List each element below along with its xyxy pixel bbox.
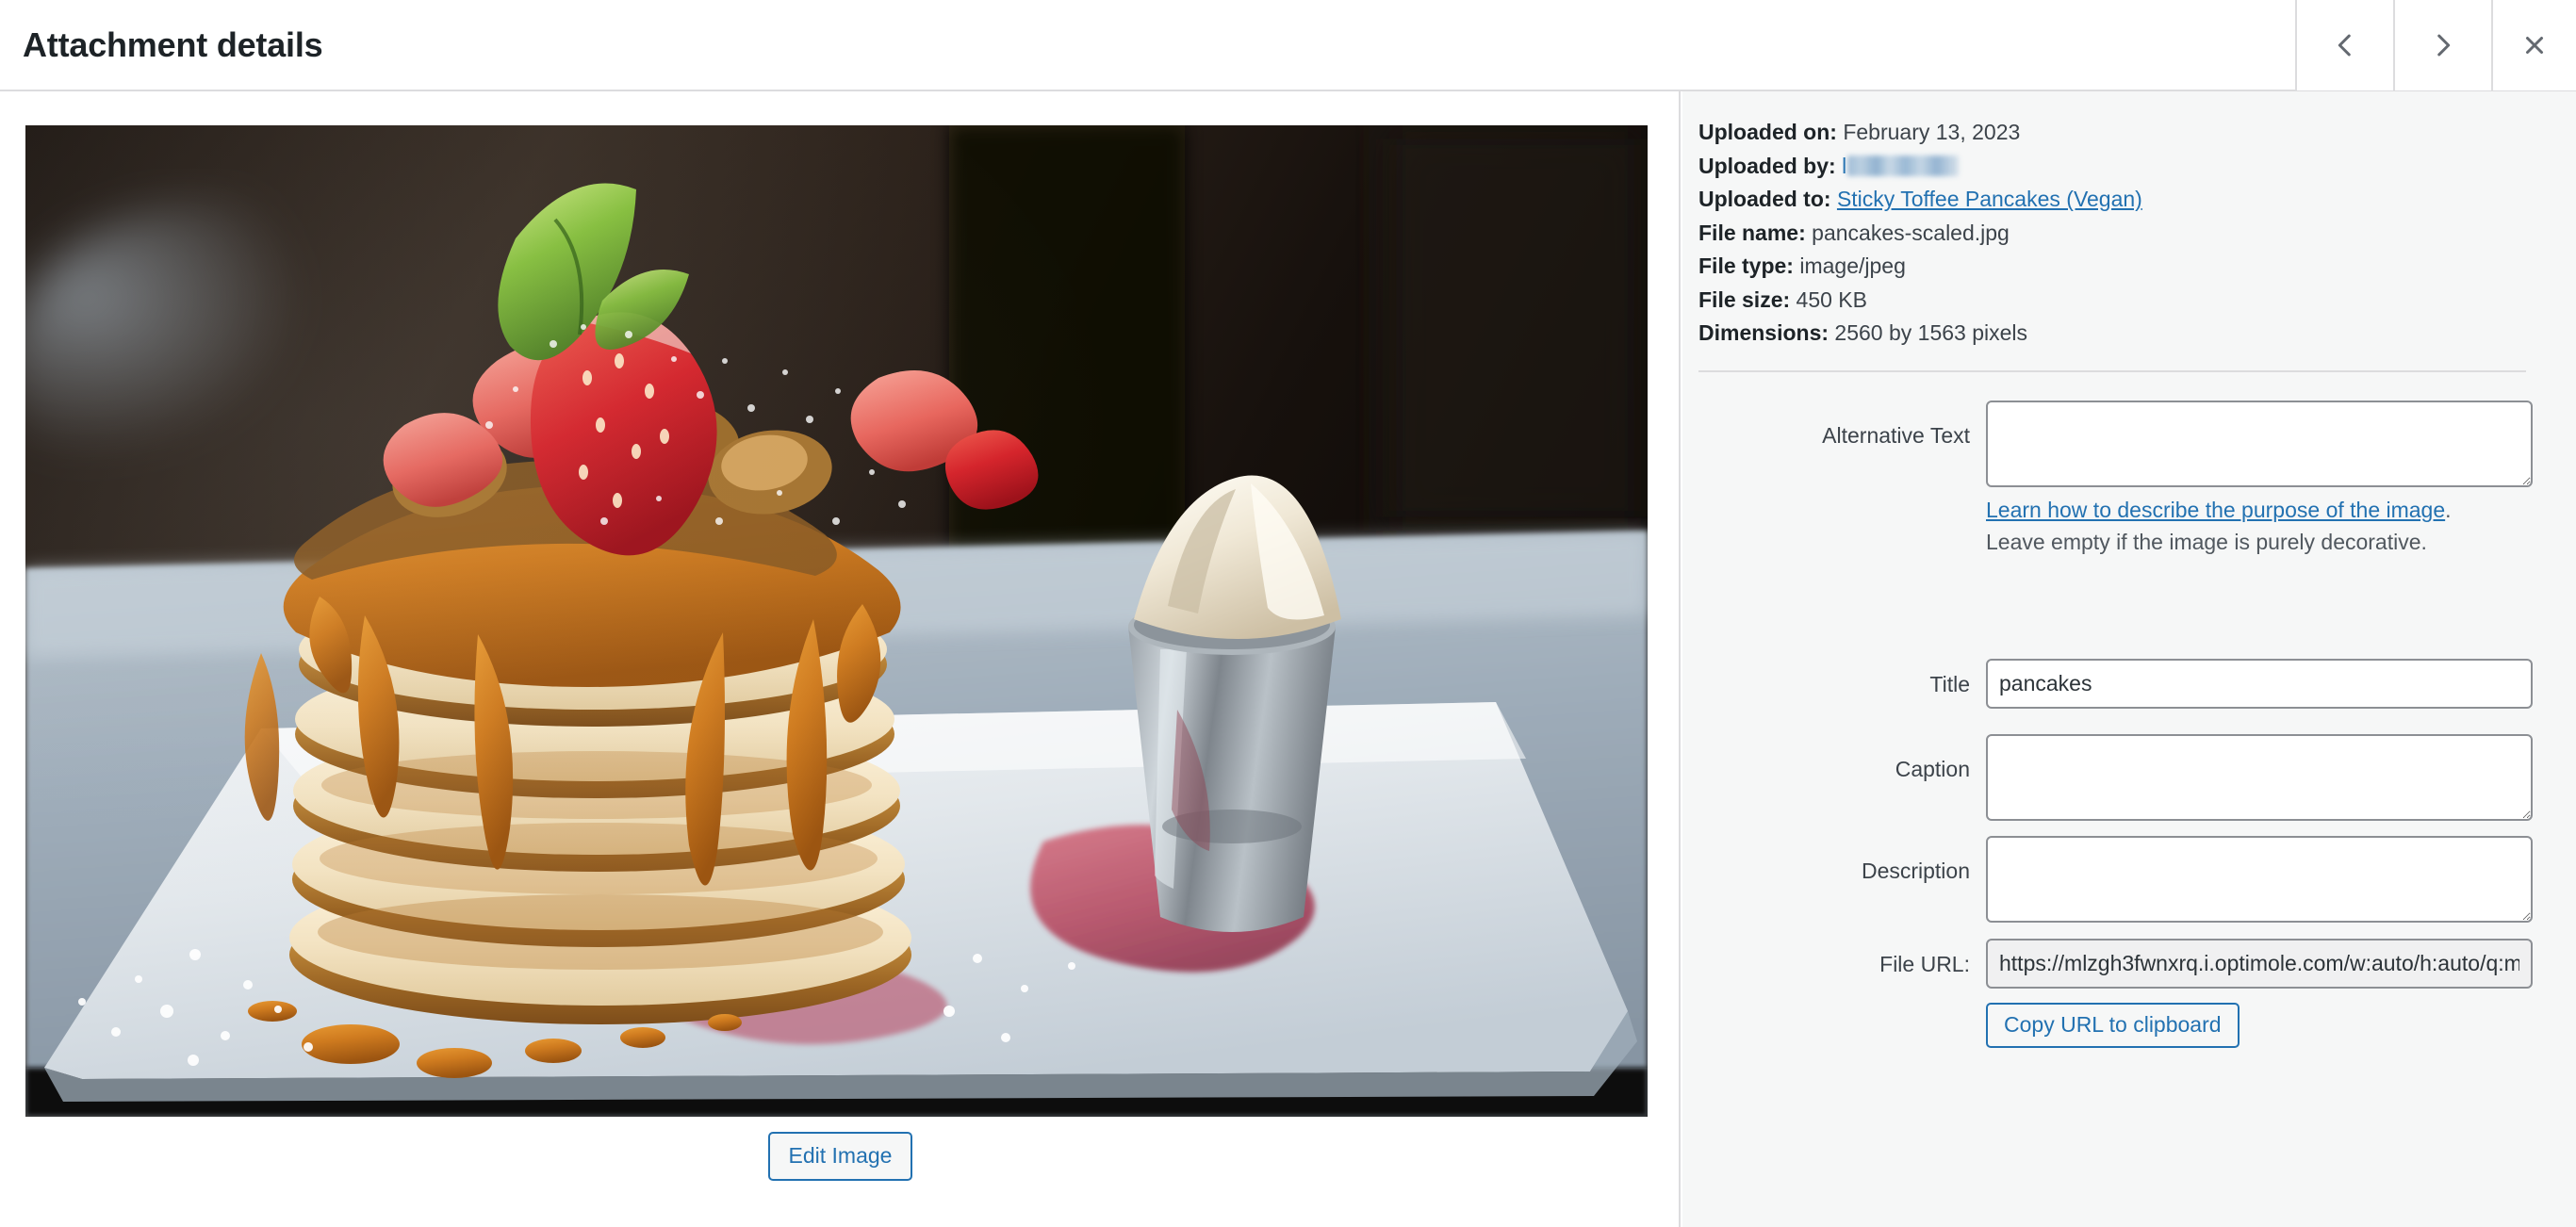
meta-file-name: File name: pancakes-scaled.jpg [1698, 217, 2547, 251]
caption-input[interactable] [1986, 734, 2533, 821]
file-name-label: File name: [1698, 220, 1806, 245]
title-input[interactable] [1986, 659, 2533, 709]
attachment-image [25, 125, 1648, 1117]
next-media-button[interactable] [2393, 0, 2491, 90]
uploaded-on-label: Uploaded on: [1698, 120, 1837, 144]
description-input[interactable] [1986, 836, 2533, 923]
meta-uploaded-to: Uploaded to: Sticky Toffee Pancakes (Veg… [1698, 183, 2547, 217]
file-name-value: pancakes-scaled.jpg [1812, 220, 2010, 245]
attachment-metadata: Uploaded on: February 13, 2023 Uploaded … [1698, 116, 2547, 351]
file-url-field-column: Copy URL to clipboard [1986, 939, 2533, 1048]
attachment-preview-pane: Edit Image [0, 91, 1681, 1227]
alt-text-help: Learn how to describe the purpose of the… [1986, 494, 2533, 558]
page-title: Attachment details [23, 25, 323, 64]
caption-label: Caption [1895, 757, 1970, 781]
uploaded-by-label: Uploaded by: [1698, 153, 1836, 178]
uploaded-by-redacted-name [1847, 155, 1960, 176]
alt-text-input[interactable] [1986, 401, 2533, 487]
uploaded-on-value: February 13, 2023 [1843, 120, 2021, 144]
alt-text-help-note: Leave empty if the image is purely decor… [1986, 530, 2427, 554]
description-label: Description [1861, 859, 1970, 883]
alt-text-help-period: . [2445, 498, 2452, 522]
uploaded-to-link[interactable]: Sticky Toffee Pancakes (Vegan) [1837, 187, 2142, 211]
chevron-left-icon [2329, 29, 2361, 61]
modal-header: Attachment details [0, 0, 2576, 91]
meta-uploaded-by: Uploaded by: l [1698, 150, 2547, 184]
close-icon [2520, 31, 2549, 59]
edit-image-button[interactable]: Edit Image [767, 1132, 913, 1181]
alt-text-help-link[interactable]: Learn how to describe the purpose of the… [1986, 498, 2445, 522]
file-url-input[interactable] [1986, 939, 2533, 989]
alt-text-field-column: Learn how to describe the purpose of the… [1986, 401, 2533, 558]
uploaded-by-value-lead: l [1842, 153, 1847, 178]
uploaded-to-label: Uploaded to: [1698, 187, 1831, 211]
dimensions-value: 2560 by 1563 pixels [1834, 320, 2028, 345]
file-type-label: File type: [1698, 254, 1794, 278]
close-button[interactable] [2491, 0, 2576, 90]
meta-uploaded-on: Uploaded on: February 13, 2023 [1698, 116, 2547, 150]
file-size-label: File size: [1698, 286, 1791, 312]
file-size-value: 450 KB [1796, 286, 1867, 312]
previous-media-button[interactable] [2295, 0, 2393, 90]
file-type-value: image/jpeg [1799, 254, 1906, 278]
caption-field-column [1986, 734, 2533, 821]
chevron-right-icon [2427, 29, 2459, 61]
meta-file-type: File type: image/jpeg [1698, 250, 2547, 284]
attachment-details-modal: Attachment details Edit Image Uploaded o… [0, 0, 2576, 1227]
file-url-label: File URL: [1879, 952, 1970, 976]
pancakes-photo [25, 125, 1648, 1117]
title-label: Title [1929, 672, 1970, 696]
copy-url-button[interactable]: Copy URL to clipboard [1986, 1003, 2240, 1048]
section-divider [1698, 370, 2526, 372]
edit-image-toolbar: Edit Image [0, 1132, 1681, 1181]
alt-text-label: Alternative Text [1822, 423, 1970, 448]
attachment-info-pane: Uploaded on: February 13, 2023 Uploaded … [1682, 91, 2576, 1227]
dimensions-label: Dimensions: [1698, 320, 1829, 345]
meta-dimensions: Dimensions: 2560 by 1563 pixels [1698, 317, 2547, 351]
meta-file-size: File size: 450 KB [1698, 284, 2547, 318]
description-field-column [1986, 836, 2533, 923]
title-field-column [1986, 659, 2533, 709]
